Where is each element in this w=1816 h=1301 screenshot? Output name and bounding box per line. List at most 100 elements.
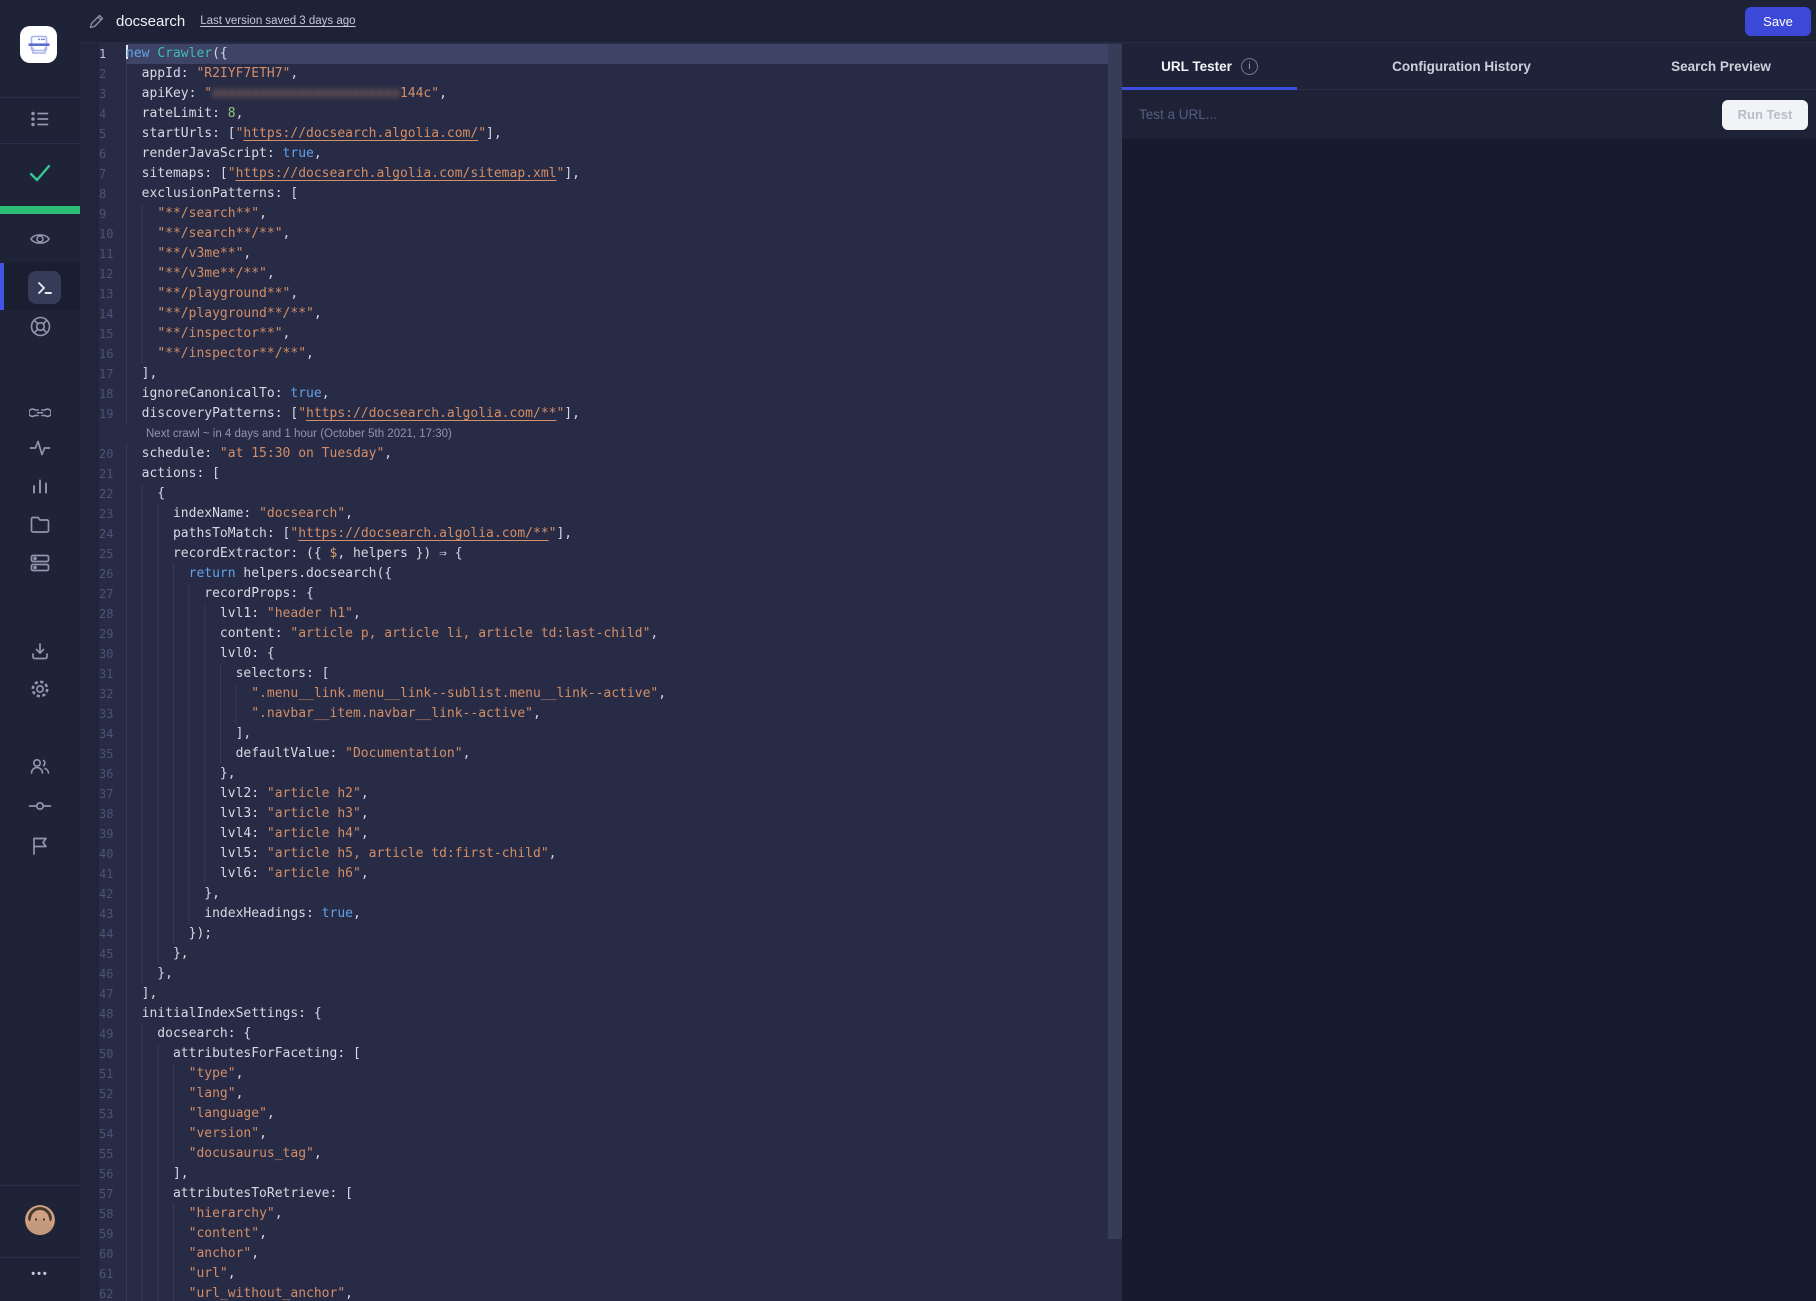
code-line-content[interactable]: recordProps: { (126, 584, 1122, 604)
code-line-content[interactable]: apiKey: "xxxxxxxxxxxxxxxxxxxxxxxx144c", (126, 84, 1122, 104)
code-line-55[interactable]: 55 "docusaurus_tag", (80, 1144, 1122, 1164)
code-line-5[interactable]: 5 startUrls: ["https://docsearch.algolia… (80, 124, 1122, 144)
sidebar-item-success-check[interactable] (0, 162, 80, 184)
code-line-content[interactable]: ], (126, 364, 1122, 384)
code-line-4[interactable]: 4 rateLimit: 8, (80, 104, 1122, 124)
code-line-content[interactable]: "url_without_anchor", (126, 1284, 1122, 1301)
code-line-36[interactable]: 36 }, (80, 764, 1122, 784)
code-line-content[interactable]: return helpers.docsearch({ (126, 564, 1122, 584)
code-line-content[interactable]: attributesForFaceting: [ (126, 1044, 1122, 1064)
sidebar-item-terminal[interactable] (28, 271, 61, 304)
sidebar-item-stats[interactable] (0, 477, 80, 495)
code-line-content[interactable]: "url", (126, 1264, 1122, 1284)
sidebar-item-files[interactable] (0, 515, 80, 534)
crawler-logo[interactable] (20, 26, 57, 63)
config-code-editor[interactable]: 1new Crawler({2 appId: "R2IYF7ETH7",3 ap… (80, 43, 1122, 1301)
code-line-content[interactable]: "**/playground**", (126, 284, 1122, 304)
code-line-content[interactable]: "type", (126, 1064, 1122, 1084)
code-line-content[interactable]: content: "article p, article li, article… (126, 624, 1122, 644)
code-line-47[interactable]: 47 ], (80, 984, 1122, 1004)
code-line-44[interactable]: 44 }); (80, 924, 1122, 944)
sidebar-item-settings[interactable] (0, 678, 80, 700)
code-line-content[interactable]: new Crawler({ (126, 44, 1122, 64)
code-line-21[interactable]: 21 actions: [ (80, 464, 1122, 484)
code-line-46[interactable]: 46 }, (80, 964, 1122, 984)
code-line-58[interactable]: 58 "hierarchy", (80, 1204, 1122, 1224)
code-line-6[interactable]: 6 renderJavaScript: true, (80, 144, 1122, 164)
sidebar-item-monitoring[interactable] (0, 438, 80, 458)
code-line-content[interactable]: pathsToMatch: ["https://docsearch.algoli… (126, 524, 1122, 544)
code-line-content[interactable]: ".menu__link.menu__link--sublist.menu__l… (126, 684, 1122, 704)
sidebar-item-indices[interactable] (0, 553, 80, 573)
code-line-content[interactable]: actions: [ (126, 464, 1122, 484)
code-line-37[interactable]: 37 lvl2: "article h2", (80, 784, 1122, 804)
code-line-30[interactable]: 30 lvl0: { (80, 644, 1122, 664)
code-line-57[interactable]: 57 attributesToRetrieve: [ (80, 1184, 1122, 1204)
code-line-content[interactable]: "**/inspector**/**", (126, 344, 1122, 364)
code-line-54[interactable]: 54 "version", (80, 1124, 1122, 1144)
more-ellipsis[interactable]: ••• (0, 1268, 80, 1280)
code-line-19[interactable]: 19 discoveryPatterns: ["https://docsearc… (80, 404, 1122, 424)
code-line-32[interactable]: 32 ".menu__link.menu__link--sublist.menu… (80, 684, 1122, 704)
test-url-input[interactable]: Test a URL... (1139, 107, 1722, 122)
code-line-22[interactable]: 22 { (80, 484, 1122, 504)
code-line-content[interactable]: indexHeadings: true, (126, 904, 1122, 924)
code-line-12[interactable]: 12 "**/v3me**/**", (80, 264, 1122, 284)
code-line-35[interactable]: 35 defaultValue: "Documentation", (80, 744, 1122, 764)
code-line-content[interactable]: lvl3: "article h3", (126, 804, 1122, 824)
sidebar-item-domains[interactable] (0, 400, 80, 420)
code-line-content[interactable]: "**/search**", (126, 204, 1122, 224)
code-line-27[interactable]: 27 recordProps: { (80, 584, 1122, 604)
code-line-49[interactable]: 49 docsearch: { (80, 1024, 1122, 1044)
code-line-45[interactable]: 45 }, (80, 944, 1122, 964)
code-line-52[interactable]: 52 "lang", (80, 1084, 1122, 1104)
code-line-16[interactable]: 16 "**/inspector**/**", (80, 344, 1122, 364)
code-line-content[interactable]: ], (126, 984, 1122, 1004)
code-line-content[interactable]: }, (126, 944, 1122, 964)
info-icon[interactable]: i (1241, 58, 1258, 75)
code-line-content[interactable]: ignoreCanonicalTo: true, (126, 384, 1122, 404)
rename-pencil-icon[interactable] (89, 13, 105, 29)
code-line-60[interactable]: 60 "anchor", (80, 1244, 1122, 1264)
code-line-26[interactable]: 26 return helpers.docsearch({ (80, 564, 1122, 584)
code-line-56[interactable]: 56 ], (80, 1164, 1122, 1184)
code-line-content[interactable]: ], (126, 724, 1122, 744)
code-line-content[interactable]: }); (126, 924, 1122, 944)
code-line-content[interactable]: docsearch: { (126, 1024, 1122, 1044)
code-line-content[interactable]: "**/inspector**", (126, 324, 1122, 344)
user-avatar[interactable] (25, 1205, 55, 1235)
code-line-content[interactable]: }, (126, 884, 1122, 904)
code-line-content[interactable]: "hierarchy", (126, 1204, 1122, 1224)
sidebar-item-team[interactable] (0, 756, 80, 776)
code-line-content[interactable]: discoveryPatterns: ["https://docsearch.a… (126, 404, 1122, 424)
code-line-17[interactable]: 17 ], (80, 364, 1122, 384)
code-line-content[interactable]: indexName: "docsearch", (126, 504, 1122, 524)
code-line-content[interactable]: lvl2: "article h2", (126, 784, 1122, 804)
code-line-43[interactable]: 43 indexHeadings: true, (80, 904, 1122, 924)
code-line-content[interactable]: lvl6: "article h6", (126, 864, 1122, 884)
code-line-content[interactable]: schedule: "at 15:30 on Tuesday", (126, 444, 1122, 464)
code-line-53[interactable]: 53 "language", (80, 1104, 1122, 1124)
sidebar-item-commit[interactable] (0, 798, 80, 814)
code-line-content[interactable]: }, (126, 764, 1122, 784)
code-line-18[interactable]: 18 ignoreCanonicalTo: true, (80, 384, 1122, 404)
code-line-content[interactable]: "language", (126, 1104, 1122, 1124)
code-line-content[interactable]: lvl0: { (126, 644, 1122, 664)
code-line-1[interactable]: 1new Crawler({ (80, 44, 1122, 64)
code-line-28[interactable]: 28 lvl1: "header h1", (80, 604, 1122, 624)
code-line-content[interactable]: ".navbar__item.navbar__link--active", (126, 704, 1122, 724)
code-line-content[interactable]: defaultValue: "Documentation", (126, 744, 1122, 764)
code-line-38[interactable]: 38 lvl3: "article h3", (80, 804, 1122, 824)
code-line-content[interactable]: appId: "R2IYF7ETH7", (126, 64, 1122, 84)
code-line-41[interactable]: 41 lvl6: "article h6", (80, 864, 1122, 884)
code-line-34[interactable]: 34 ], (80, 724, 1122, 744)
code-line-content[interactable]: "**/v3me**", (126, 244, 1122, 264)
code-line-content[interactable]: "lang", (126, 1084, 1122, 1104)
code-line-content[interactable]: selectors: [ (126, 664, 1122, 684)
code-line-content[interactable]: }, (126, 964, 1122, 984)
code-line-48[interactable]: 48 initialIndexSettings: { (80, 1004, 1122, 1024)
code-line-content[interactable]: "version", (126, 1124, 1122, 1144)
last-saved-link[interactable]: Last version saved 3 days ago (200, 15, 355, 27)
code-line-content[interactable]: "anchor", (126, 1244, 1122, 1264)
tab-url-tester[interactable]: URL Tester i (1122, 43, 1297, 89)
